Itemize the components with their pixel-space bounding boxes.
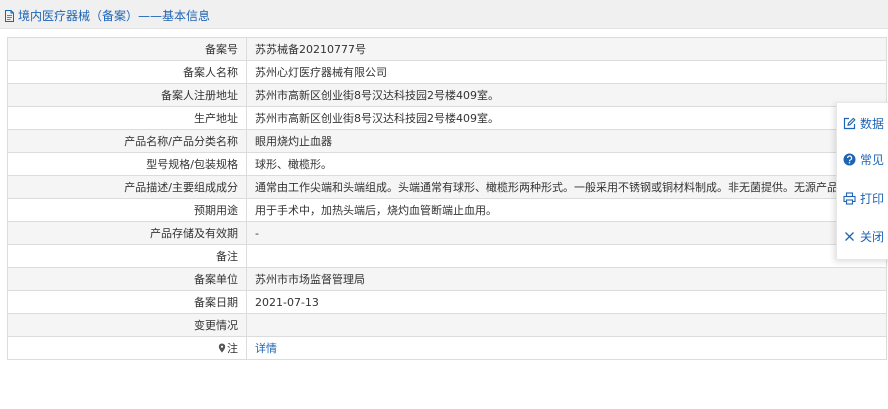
row-value: 苏苏械备20210777号: [246, 37, 887, 61]
row-label: 预期用途: [7, 198, 247, 222]
table-row-note: 注 详情: [7, 336, 887, 360]
floatbar-print-label: 打印: [860, 191, 885, 206]
table-row: 备案人注册地址 苏州市高新区创业街8号汉达科技园2号楼409室。: [7, 83, 887, 107]
floatbar-data-label: 数据: [860, 116, 885, 131]
row-label: 生产地址: [7, 106, 247, 130]
row-value: 球形、橄榄形。: [246, 152, 887, 176]
table-row: 备案单位 苏州市市场监督管理局: [7, 267, 887, 291]
document-icon: [5, 9, 14, 22]
row-value: 苏州市市场监督管理局: [246, 267, 887, 291]
row-value: 苏州心灯医疗器械有限公司: [246, 60, 887, 84]
edit-icon: [843, 117, 856, 129]
table-row: 备案日期 2021-07-13: [7, 290, 887, 314]
table-row: 备注: [7, 244, 887, 268]
row-label: 备案人名称: [7, 60, 247, 84]
note-label: 注: [227, 342, 238, 355]
table-row: 预期用途 用于手术中，加热头端后，烧灼血管断端止血用。: [7, 198, 887, 222]
print-icon: [843, 191, 856, 205]
details-link[interactable]: 详情: [255, 342, 277, 355]
table-row: 产品名称/产品分类名称 眼用烧灼止血器: [7, 129, 887, 153]
floatbar-data-button[interactable]: 数据: [843, 113, 884, 133]
table-row: 备案人名称 苏州心灯医疗器械有限公司: [7, 60, 887, 84]
table-row: 生产地址 苏州市高新区创业街8号汉达科技园2号楼409室。: [7, 106, 887, 130]
note-label-cell: 注: [7, 336, 247, 360]
row-label: 备案日期: [7, 290, 247, 314]
row-label: 备案号: [7, 37, 247, 61]
row-value: [246, 313, 887, 337]
row-value: 2021-07-13: [246, 290, 887, 314]
table-row: 产品存储及有效期 -: [7, 221, 887, 245]
location-pin-icon: [218, 343, 226, 353]
row-label: 产品存储及有效期: [7, 221, 247, 245]
page-header: 境内医疗器械（备案）——基本信息: [0, 0, 888, 29]
page-title-text: 境内医疗器械（备案）——基本信息: [18, 9, 211, 23]
floatbar-faq-label: 常见: [860, 152, 885, 167]
table-row: 产品描述/主要组成成分 通常由工作尖端和头端组成。头端通常有球形、橄榄形两种形式…: [7, 175, 887, 199]
floatbar-print-button[interactable]: 打印: [843, 188, 884, 208]
floating-toolbar: 数据 常见 打印 关闭: [836, 102, 888, 260]
info-table: 备案号 苏苏械备20210777号 备案人名称 苏州心灯医疗器械有限公司 备案人…: [7, 37, 887, 360]
floatbar-faq-button[interactable]: 常见: [843, 149, 884, 169]
row-value: 苏州市高新区创业街8号汉达科技园2号楼409室。: [246, 83, 887, 107]
close-icon: [845, 231, 854, 241]
row-value: 通常由工作尖端和头端组成。头端通常有球形、橄榄形两种形式。一般采用不锈钢或铜材料…: [246, 175, 887, 199]
row-label: 变更情况: [7, 313, 247, 337]
row-value: -: [246, 221, 887, 245]
table-row: 型号规格/包装规格 球形、橄榄形。: [7, 152, 887, 176]
row-value: 用于手术中，加热头端后，烧灼血管断端止血用。: [246, 198, 887, 222]
row-label: 型号规格/包装规格: [7, 152, 247, 176]
note-value-cell: 详情: [246, 336, 887, 360]
page-title: 境内医疗器械（备案）——基本信息: [4, 7, 210, 24]
row-label: 产品描述/主要组成成分: [7, 175, 247, 199]
row-label: 备案人注册地址: [7, 83, 247, 107]
help-icon: [843, 153, 856, 165]
row-value: 苏州市高新区创业街8号汉达科技园2号楼409室。: [246, 106, 887, 130]
row-label: 备案单位: [7, 267, 247, 291]
floatbar-close-label: 关闭: [860, 229, 885, 244]
row-value: [246, 244, 887, 268]
row-label: 备注: [7, 244, 247, 268]
table-row: 变更情况: [7, 313, 887, 337]
table-row: 备案号 苏苏械备20210777号: [7, 37, 887, 61]
row-value: 眼用烧灼止血器: [246, 129, 887, 153]
row-label: 产品名称/产品分类名称: [7, 129, 247, 153]
floatbar-close-button[interactable]: 关闭: [843, 226, 884, 246]
